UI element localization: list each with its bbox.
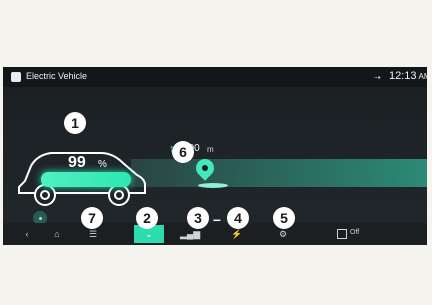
chevron-down-icon: ⌄ [145,229,153,239]
clock: 12:13AM [389,70,427,82]
route-badge-dot [39,217,42,220]
battery-percent: 99 [68,154,86,171]
menu-icon[interactable]: ☰ [83,227,103,241]
callout-2: 2 [136,207,158,229]
profile-icon[interactable] [11,72,21,82]
callout-4: 4 [227,207,249,229]
play-icon[interactable] [337,229,347,239]
next-turn-distance-unit: m [207,145,214,154]
app-title: Electric Vehicle [26,71,88,81]
ev-panel: 99 % ↑ 400 m [3,87,427,225]
back-icon[interactable]: ‹ [17,227,37,241]
callout-3: 3 [187,207,209,229]
gear-icon[interactable]: ⚙ [273,227,293,241]
toggle-label[interactable]: Off [350,229,359,236]
callout-1: 1 [64,112,86,134]
callout-7: 7 [81,207,103,229]
callout-5: 5 [273,207,295,229]
callout-6: 6 [172,141,194,163]
battery-percent-unit: % [98,159,107,170]
signal-icon: ⇢ [374,73,381,82]
pin-center-dot [202,165,208,171]
route-road [131,159,427,187]
route-glow [198,183,228,188]
status-bar: Electric Vehicle ⇢ 12:13AM [3,67,427,87]
bar-chart-icon[interactable]: ▂▄▆ [180,227,200,241]
battery-bar [41,172,131,187]
home-icon[interactable]: ⌂ [47,227,67,241]
plug-icon[interactable]: ⚡ [227,227,247,241]
callout-range-dash: – [213,211,221,227]
